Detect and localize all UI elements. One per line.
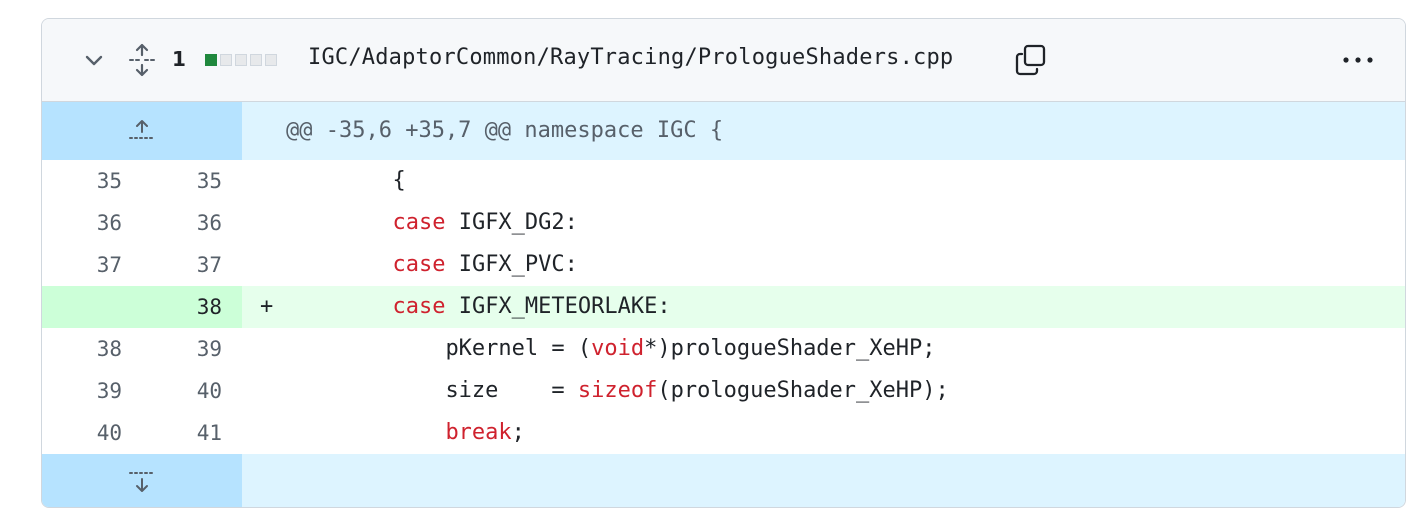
code-keyword: case xyxy=(392,294,446,319)
code-line: break; xyxy=(260,412,525,454)
diffstat-block-neutral xyxy=(265,54,277,66)
diffstat xyxy=(205,54,277,66)
diff-marker: + xyxy=(260,294,313,319)
unfold-icon[interactable] xyxy=(128,43,156,77)
chevron-down-icon[interactable] xyxy=(82,49,106,73)
code-keyword: case xyxy=(392,210,446,235)
hunk-footer-row xyxy=(42,454,1405,507)
code-token: (prologueShader_XeHP); xyxy=(657,378,949,403)
code-token: *)prologueShader_XeHP; xyxy=(644,336,936,361)
expand-up-icon xyxy=(129,120,153,139)
diffstat-block-neutral xyxy=(250,54,262,66)
new-line-number[interactable]: 41 xyxy=(152,412,222,454)
new-line-number[interactable]: 35 xyxy=(152,160,222,202)
code-token: size = xyxy=(445,378,578,403)
old-line-number[interactable]: 35 xyxy=(52,160,122,202)
new-line-number[interactable]: 39 xyxy=(152,328,222,370)
new-line-number[interactable]: 40 xyxy=(152,370,222,412)
diffstat-block-neutral xyxy=(235,54,247,66)
code-line: size = sizeof(prologueShader_XeHP); xyxy=(260,370,949,412)
new-line-number[interactable]: 37 xyxy=(152,244,222,286)
diff-line-context: 37 37 case IGFX_PVC: xyxy=(42,244,1405,286)
kebab-horizontal-icon[interactable] xyxy=(1338,45,1378,75)
code-keyword: break xyxy=(445,420,512,445)
diff-line-context: 38 39 pKernel = (void*)prologueShader_XeH… xyxy=(42,328,1405,370)
diffstat-block-added xyxy=(205,54,217,66)
expand-up-button[interactable] xyxy=(42,102,242,160)
diff-line-context: 39 40 size = sizeof(prologueShader_XeHP); xyxy=(42,370,1405,412)
diff-lines: 35 35 {36 36 case IGFX_DG2: 37 37 case IGFX_… xyxy=(42,160,1405,454)
hunk-header-row: @@ -35,6 +35,7 @@ namespace IGC { xyxy=(42,102,1405,160)
code-line: pKernel = (void*)prologueShader_XeHP; xyxy=(260,328,936,370)
code-keyword: void xyxy=(591,336,645,361)
hunk-header-text: @@ -35,6 +35,7 @@ namespace IGC { xyxy=(286,118,724,143)
diff-marker xyxy=(260,168,313,193)
file-header: 1 IGC/AdaptorCommon/RayTracing/PrologueS… xyxy=(42,19,1405,102)
diffstat-block-neutral xyxy=(220,54,232,66)
new-line-number[interactable]: 38 xyxy=(152,286,222,328)
old-line-number[interactable]: 38 xyxy=(52,328,122,370)
diff-marker xyxy=(260,210,313,235)
code-token: pKernel = ( xyxy=(445,336,592,361)
diff-marker xyxy=(260,336,313,361)
expand-down-icon xyxy=(129,472,153,492)
old-line-number[interactable]: 40 xyxy=(52,412,122,454)
old-line-number[interactable]: 39 xyxy=(52,370,122,412)
code-line: case IGFX_DG2: xyxy=(260,202,578,244)
diff-marker xyxy=(260,252,313,277)
diff-file: 1 IGC/AdaptorCommon/RayTracing/PrologueS… xyxy=(41,18,1406,508)
old-line-number[interactable] xyxy=(52,286,122,328)
code-token: { xyxy=(392,168,406,193)
code-keyword: case xyxy=(392,252,446,277)
diff-line-added: 38 + case IGFX_METEORLAKE: xyxy=(42,286,1405,328)
code-token: ; xyxy=(511,420,525,445)
copy-icon[interactable] xyxy=(1014,43,1048,77)
code-token: IGFX_METEORLAKE: xyxy=(445,294,671,319)
old-line-number[interactable]: 37 xyxy=(52,244,122,286)
old-line-number[interactable]: 36 xyxy=(52,202,122,244)
code-token: IGFX_PVC: xyxy=(445,252,578,277)
diff-line-context: 40 41 break; xyxy=(42,412,1405,454)
changes-count: 1 xyxy=(172,47,186,71)
code-token: IGFX_DG2: xyxy=(445,210,578,235)
code-line: case IGFX_PVC: xyxy=(260,244,578,286)
diff-marker xyxy=(260,378,313,403)
diff-line-context: 36 36 case IGFX_DG2: xyxy=(42,202,1405,244)
diff-line-context: 35 35 { xyxy=(42,160,1405,202)
code-keyword: sizeof xyxy=(577,378,658,403)
code-line: + case IGFX_METEORLAKE: xyxy=(260,286,671,328)
code-line: { xyxy=(260,160,406,202)
new-line-number[interactable]: 36 xyxy=(152,202,222,244)
expand-down-button[interactable] xyxy=(42,454,242,507)
file-path-link[interactable]: IGC/AdaptorCommon/RayTracing/PrologueSha… xyxy=(308,45,953,70)
diff-marker xyxy=(260,420,313,445)
